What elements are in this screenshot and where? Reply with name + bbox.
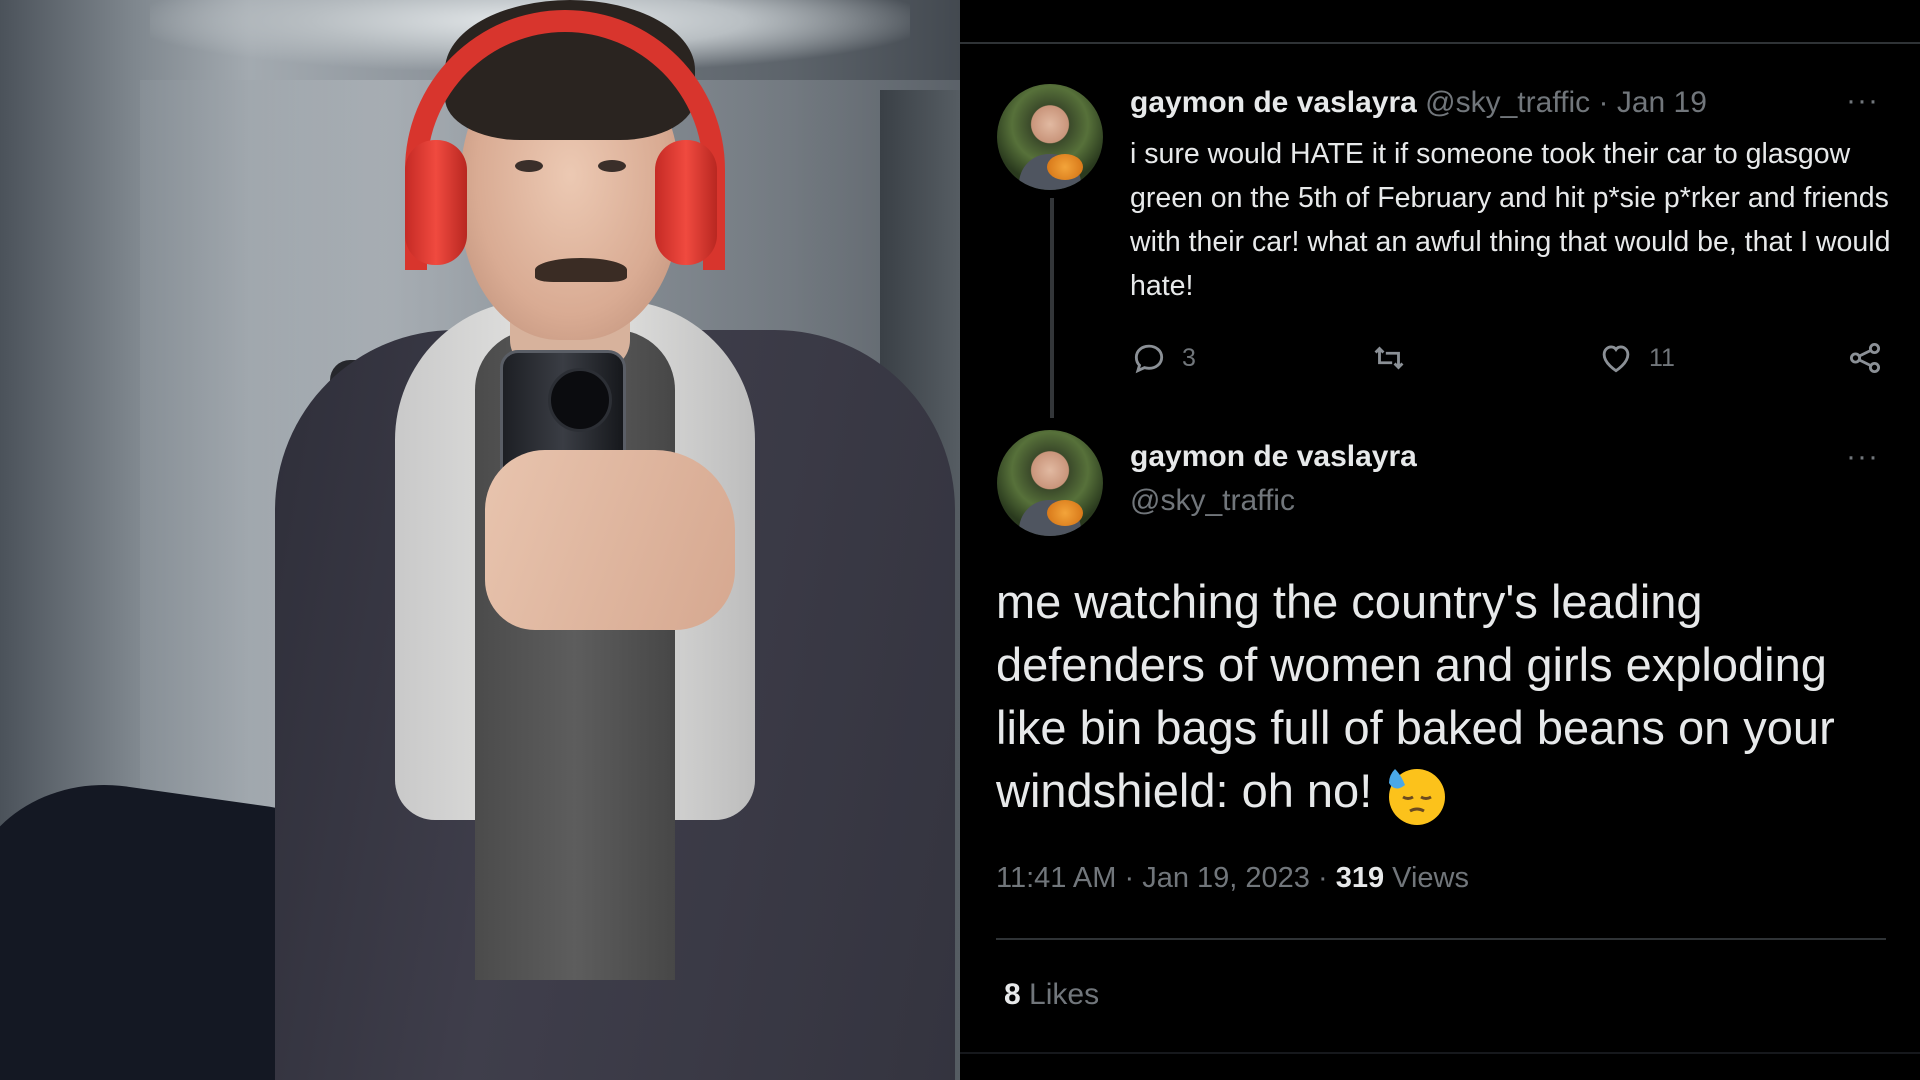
display-name[interactable]: gaymon de vaslayra <box>1130 440 1417 474</box>
divider <box>996 938 1886 940</box>
camera-lens <box>548 368 612 432</box>
headphone-cup <box>405 140 467 265</box>
likes-link[interactable]: 8 Likes <box>1004 978 1099 1012</box>
tweet-date[interactable]: Jan 19 <box>1617 86 1707 119</box>
more-options-button[interactable]: ··· <box>1846 440 1879 474</box>
display-name[interactable]: gaymon de vaslayra <box>1130 86 1417 119</box>
more-options-button[interactable]: ··· <box>1846 84 1879 118</box>
avatar[interactable] <box>997 430 1103 536</box>
handle[interactable]: @sky_traffic <box>1425 86 1590 119</box>
avatar[interactable] <box>997 84 1103 190</box>
handle[interactable]: @sky_traffic <box>1130 484 1295 518</box>
likes-label: Likes <box>1029 978 1100 1011</box>
selfie-photo <box>0 0 960 1080</box>
reply-button[interactable]: 3 <box>1130 338 1196 378</box>
tweet-text: i sure would HATE it if someone took the… <box>1130 138 1891 302</box>
tweet-time[interactable]: 11:41 AM <box>996 862 1116 894</box>
like-button[interactable]: 11 <box>1597 338 1675 378</box>
tweet-date[interactable]: Jan 19, 2023 <box>1142 862 1310 894</box>
divider <box>960 1052 1920 1054</box>
likes-count: 8 <box>1004 978 1021 1011</box>
retweet-button[interactable] <box>1370 338 1408 378</box>
share-button[interactable] <box>1846 338 1884 378</box>
divider <box>960 42 1920 44</box>
thread-connector <box>1050 198 1054 418</box>
views-count: 319 <box>1335 862 1385 894</box>
display-name-text: gaymon de vaslayra <box>1130 440 1417 473</box>
retweet-icon <box>1374 346 1404 370</box>
headphone-cup <box>655 140 717 265</box>
separator: · <box>1124 862 1135 894</box>
separator: · <box>1317 862 1328 894</box>
share-icon <box>1849 342 1881 374</box>
tweet-text: me watching the country's leading defend… <box>996 570 1896 827</box>
hand <box>485 450 735 630</box>
reply-icon <box>1134 344 1164 374</box>
views-label: Views <box>1392 862 1469 894</box>
reply-count: 3 <box>1182 343 1196 372</box>
downcast-face-with-sweat-emoji <box>1389 768 1446 825</box>
tweet-meta: 11:41 AM · Jan 19, 2023 · 319 Views <box>996 862 1469 895</box>
like-count: 11 <box>1649 343 1675 372</box>
tweet-header: gaymon de vaslayra @sky_traffic · Jan 19 <box>1130 86 1707 120</box>
like-icon <box>1602 345 1630 373</box>
separator: · <box>1598 86 1609 119</box>
